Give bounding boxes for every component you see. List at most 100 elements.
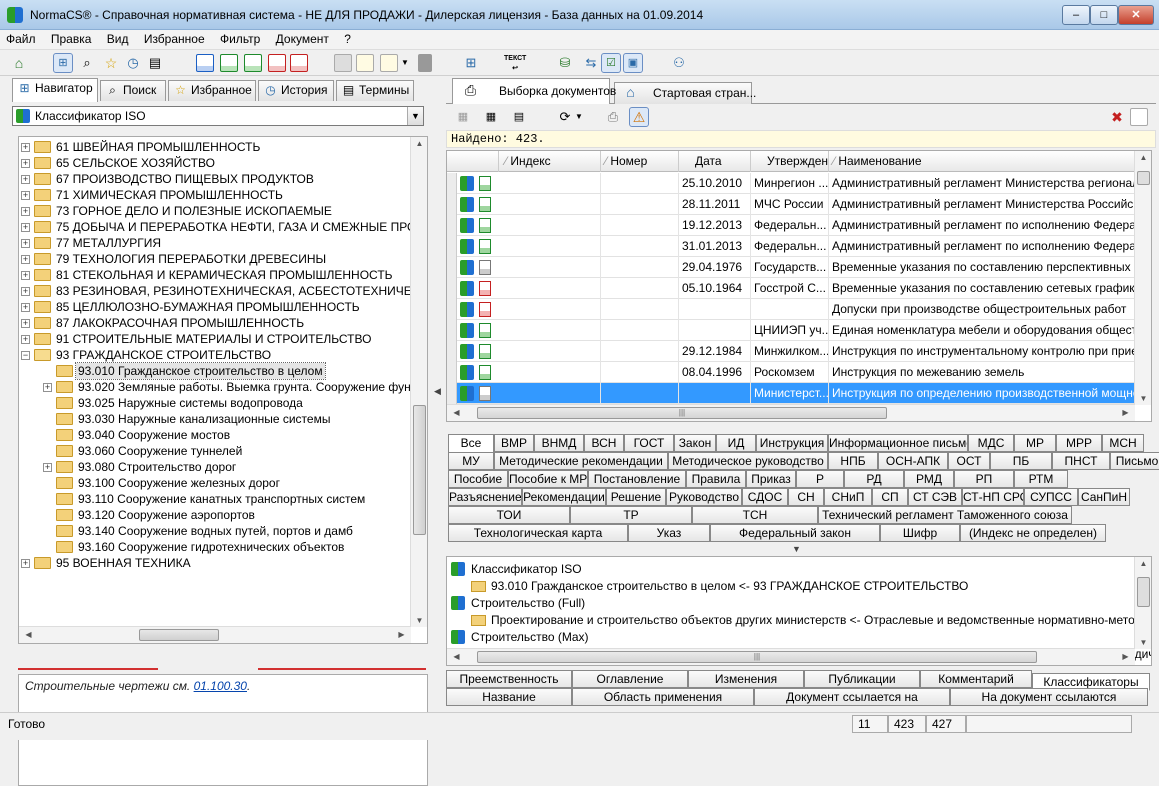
chevron-left-icon[interactable]: ◀ [434,386,441,397]
document-grey-icon[interactable] [334,54,352,72]
expand-icon[interactable]: + [43,383,52,392]
expand-icon[interactable]: + [43,463,52,472]
doc-type-tab[interactable]: СНиП [824,488,872,506]
sync-icon[interactable]: ⇆ [582,54,600,72]
info-tab[interactable]: Комментарий [920,670,1032,688]
info-tab[interactable]: Название [446,688,572,706]
doc-type-tab[interactable]: Методическое руководство [668,452,828,470]
menu-file[interactable]: Файл [0,30,42,46]
scroll-thumb[interactable] [413,405,426,535]
doc-type-tab[interactable]: СН [788,488,824,506]
text-icon[interactable]: ТЕКСТ ↩ [504,54,526,72]
scroll-up-icon[interactable]: ▲ [412,139,427,148]
chevron-down-icon[interactable]: ▼ [574,108,584,126]
maximize-button[interactable]: □ [1090,5,1118,25]
note-link[interactable]: 01.100.30 [194,679,247,693]
expand-icon[interactable]: + [21,255,30,264]
home-icon[interactable]: ⌂ [10,54,28,72]
doc-type-tab[interactable]: СТ-НП СРО [962,488,1024,506]
doc-type-tab[interactable]: Руководство [666,488,742,506]
scroll-right-icon[interactable]: ▶ [1118,652,1133,661]
close-button[interactable]: ✕ [1118,5,1154,25]
doc-type-tab[interactable]: РТМ [1014,470,1068,488]
doc-type-tab[interactable]: Технический регламент Таможенного союза [818,506,1072,524]
document-red-alt-icon[interactable] [290,54,308,72]
doc-type-tab[interactable]: ГОСТ [624,434,674,452]
expand-icon[interactable]: + [21,159,30,168]
doc-type-tab[interactable]: Указ [628,524,710,542]
info-tab[interactable]: На документ ссылаются [950,688,1148,706]
clock-icon[interactable]: ◷ [124,54,142,72]
header-approved[interactable]: Утвержден [751,151,829,172]
scroll-right-icon[interactable]: ▶ [394,630,409,639]
doc-type-tab[interactable]: Закон [674,434,716,452]
doc-type-tab[interactable]: Все [448,434,494,454]
restore-icon[interactable] [1130,108,1148,126]
doc-type-tab[interactable]: ПНСТ [1052,452,1110,470]
info-tab[interactable]: Преемственность [446,670,572,688]
doc-type-tab[interactable]: РП [954,470,1014,488]
doc-type-tab[interactable]: (Индекс не определен) [960,524,1106,542]
classifier-select[interactable]: Классификатор ISO ▼ [12,106,424,126]
expand-icon[interactable]: + [21,191,30,200]
doc-type-tab[interactable]: Приказ [746,470,796,488]
binoculars-icon[interactable]: ⌕ [78,54,96,72]
menu-filter[interactable]: Фильтр [214,30,266,46]
expand-icon[interactable]: + [21,223,30,232]
tree-vertical-scrollbar[interactable]: ▲ ▼ [410,137,427,627]
header-date[interactable]: Дата [679,151,751,172]
book-icon[interactable]: ▤ [146,54,164,72]
table-row[interactable]: 19.12.2013 Федеральн... Административный р… [447,215,1137,236]
columns-icon[interactable]: ▦ [482,108,500,126]
doc-type-tab[interactable]: Правила [686,470,746,488]
doc-type-tab[interactable]: ТР [570,506,692,524]
database-icon[interactable]: ⛁ [556,54,574,72]
scroll-down-icon[interactable]: ▼ [1136,394,1151,403]
printer-icon[interactable]: ⎙ [604,108,622,126]
doc-type-tab[interactable]: ТОИ [448,506,570,524]
menu-favorites[interactable]: Избранное [138,30,211,46]
scroll-up-icon[interactable]: ▲ [1136,559,1151,568]
tab-favorites[interactable]: ☆ Избранное [168,80,256,101]
vertical-splitter[interactable]: ◀ [433,78,441,710]
expand-icon[interactable]: + [21,239,30,248]
expand-icon[interactable]: + [21,207,30,216]
doc-type-tab[interactable]: РД [844,470,904,488]
warning-icon[interactable]: ⚠ [629,107,649,127]
table-row[interactable]: Допуски при производстве общестроительны… [447,299,1137,320]
doc-type-tab[interactable]: Разъяснение [448,488,522,506]
scroll-up-icon[interactable]: ▲ [1136,153,1151,162]
tree-icon[interactable]: ⊞ [53,53,73,73]
export-icon[interactable] [418,54,432,72]
list-view-icon[interactable]: ▤ [510,108,528,126]
scroll-thumb[interactable]: ||| [477,651,1037,663]
tree-horizontal-scrollbar[interactable]: ◀ ▶ [19,626,411,643]
header-number[interactable]: ⁄ Номер [601,151,679,172]
doc-type-tab[interactable]: ВНМД [534,434,584,452]
table-row[interactable]: 29.04.1976 Государств... Временные указани… [447,257,1137,278]
tab-terms[interactable]: ▤ Термины [336,80,414,101]
chevron-down-icon[interactable]: ▼ [792,544,801,554]
header-name[interactable]: ⁄ Наименование [829,151,1137,172]
doc-type-tab[interactable]: ОСТ [948,452,990,470]
grid-view-icon[interactable]: ▦ [454,108,472,126]
check-icon[interactable]: ☑ [601,53,621,73]
close-tab-icon[interactable]: ✖ [1108,108,1126,126]
doc-type-tab[interactable]: СанПиН [1078,488,1130,506]
doc-type-tab[interactable]: Технологическая карта [448,524,628,542]
doc-type-tab[interactable]: Письмо [1110,452,1159,470]
doc-type-tab[interactable]: СДОС [742,488,788,506]
info-tab[interactable]: Изменения [688,670,804,688]
info-tab[interactable]: Область применения [572,688,754,706]
expand-icon[interactable]: + [21,143,30,152]
expand-icon[interactable]: + [21,319,30,328]
doc-type-tab[interactable]: Методические рекомендации [494,452,668,470]
scroll-left-icon[interactable]: ◀ [21,630,36,639]
doc-type-tab[interactable]: ВСН [584,434,624,452]
table-row[interactable]: Министерст... Инструкция по определению п… [447,383,1137,404]
doc-type-tab[interactable]: ОСН-АПК [878,452,948,470]
scroll-down-icon[interactable]: ▼ [1136,638,1151,647]
expand-icon[interactable]: + [21,303,30,312]
doc-type-tab[interactable]: Шифр [880,524,960,542]
info-tab[interactable]: Публикации [804,670,920,688]
